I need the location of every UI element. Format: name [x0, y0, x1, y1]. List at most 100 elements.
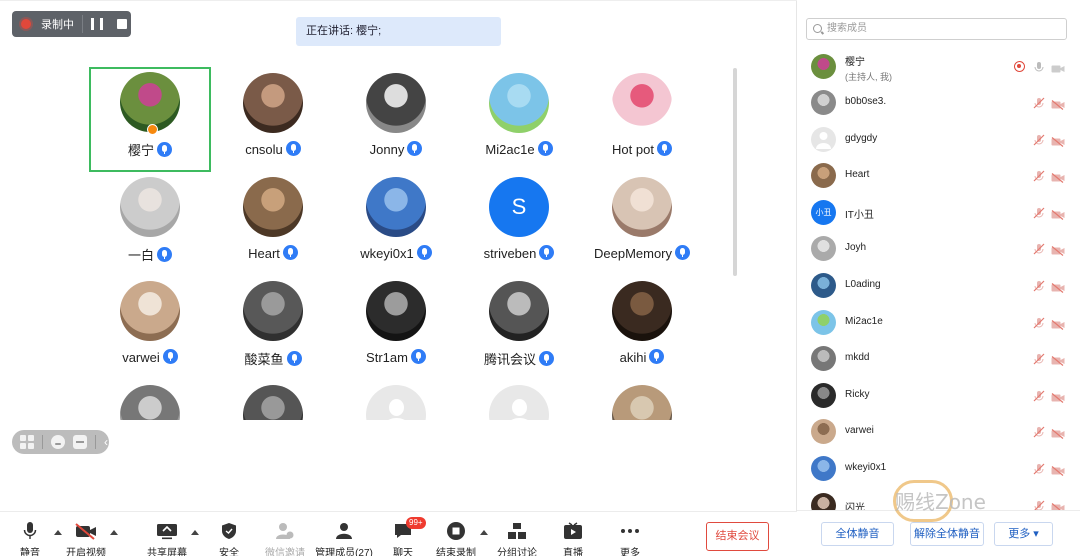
camera-off-icon[interactable]	[1051, 317, 1065, 330]
mic-muted-icon[interactable]	[1033, 352, 1045, 365]
participant-tile[interactable]: akihi	[581, 276, 703, 376]
toolbar-invite-button[interactable]: 微信邀请	[255, 520, 315, 556]
member-panel: 搜索成员 樱宁 (主持人, 我) b0b0se3. gdygdy Heart 小丑 IT小丑…	[797, 0, 1080, 556]
mic-icon[interactable]	[1033, 60, 1045, 72]
participant-avatar	[489, 281, 549, 341]
mic-on-icon	[282, 245, 298, 260]
default-avatar-icon	[489, 385, 549, 420]
mic-on-icon	[157, 142, 172, 157]
mic-muted-icon[interactable]	[1033, 206, 1045, 219]
member-row[interactable]: Mi2ac1e	[797, 304, 1080, 340]
member-row[interactable]: 樱宁 (主持人, 我)	[797, 48, 1080, 84]
participant-tile[interactable]	[89, 380, 211, 420]
participant-name: Mi2ac1e	[485, 142, 535, 157]
participant-tile[interactable]: 腾讯会议	[458, 276, 580, 376]
toolbar-stop-record-button[interactable]: 结束录制	[426, 520, 486, 556]
member-row[interactable]: b0b0se3.	[797, 84, 1080, 120]
mic-muted-icon[interactable]	[1033, 169, 1045, 182]
camera-off-icon[interactable]	[1051, 207, 1065, 220]
camera-off-icon[interactable]	[1051, 170, 1065, 184]
bottom-toolbar: 静音 开启视频 共享屏幕 安全 微信邀请 管理成员(27) 99+ 聊天 结束录制 分组讨论 直播 更…	[0, 511, 797, 556]
member-search-input[interactable]: 搜索成员	[806, 18, 1067, 40]
member-row[interactable]: 小丑 IT小丑	[797, 194, 1080, 230]
member-row[interactable]: gdygdy	[797, 121, 1080, 157]
mic-muted-icon[interactable]	[1033, 279, 1045, 292]
camera-off-icon[interactable]	[1051, 426, 1065, 440]
camera-off-icon[interactable]	[1051, 390, 1065, 403]
participant-tile[interactable]: DeepMemory	[581, 172, 703, 272]
mic-muted-icon[interactable]	[1033, 96, 1045, 109]
mic-muted-icon[interactable]	[1033, 462, 1045, 475]
mic-muted-icon[interactable]	[1033, 316, 1045, 329]
toolbar-more-button[interactable]: 更多	[600, 520, 660, 556]
toolbar-screen-share-button[interactable]: 共享屏幕	[137, 520, 197, 556]
mic-muted-icon[interactable]	[1033, 499, 1045, 510]
collapse-chevron-icon[interactable]: ‹	[104, 435, 108, 449]
camera-off-icon[interactable]	[1051, 353, 1065, 367]
member-row[interactable]: mkdd	[797, 340, 1080, 376]
member-name: 闪光	[845, 502, 865, 510]
camera-off-icon[interactable]	[1051, 500, 1065, 510]
mute-all-button[interactable]: 全体静音	[821, 522, 894, 546]
camera-off-icon[interactable]	[1051, 134, 1065, 147]
member-avatar	[811, 54, 836, 79]
toolbar-shield-button[interactable]: 安全	[199, 520, 259, 556]
participant-tile[interactable]	[458, 380, 580, 420]
grid-scrollbar[interactable]	[733, 68, 737, 276]
panel-more-button[interactable]: 更多 ▾	[994, 522, 1053, 546]
mic-muted-icon[interactable]	[1033, 133, 1045, 146]
participant-tile[interactable]: Mi2ac1e	[458, 68, 580, 168]
member-row[interactable]: Heart	[797, 157, 1080, 193]
participant-tile[interactable]: Jonny	[335, 68, 457, 168]
camera-icon[interactable]	[1051, 61, 1065, 73]
participant-tile[interactable]	[335, 380, 457, 420]
grid-layout-icon[interactable]	[20, 435, 34, 449]
toolbar-live-button[interactable]: 直播	[543, 520, 603, 556]
layout-switcher[interactable]: ‹	[12, 430, 109, 454]
reaction-icon[interactable]	[51, 435, 65, 449]
screen-share-icon	[137, 520, 197, 542]
toolbar-members-button[interactable]: 管理成员(27)	[314, 520, 374, 556]
toolbar-video-off-button[interactable]: 开启视频	[56, 520, 116, 556]
toolbar-chat-button[interactable]: 99+ 聊天	[373, 517, 433, 556]
stop-recording-icon[interactable]	[117, 19, 127, 29]
mic-on-icon	[162, 349, 178, 364]
participant-tile[interactable]: 樱宁	[89, 67, 211, 172]
member-name: L0ading	[845, 279, 881, 290]
participant-tile[interactable]: 一白	[89, 172, 211, 272]
member-row[interactable]: Joyh	[797, 230, 1080, 266]
participant-tile[interactable]: Str1am	[335, 276, 457, 376]
toolbar-mic-button[interactable]: 静音	[0, 520, 60, 556]
mic-muted-icon[interactable]	[1033, 425, 1045, 438]
camera-off-icon[interactable]	[1051, 97, 1065, 110]
participant-tile[interactable]	[212, 380, 334, 420]
dropdown-arrow-icon[interactable]	[191, 530, 199, 535]
mic-muted-icon[interactable]	[1033, 242, 1045, 255]
recording-bar: 录制中	[12, 11, 131, 37]
unmute-all-button[interactable]: 解除全体静音	[910, 522, 984, 546]
participant-tile[interactable]: wkeyi0x1	[335, 172, 457, 272]
mic-muted-icon[interactable]	[1033, 389, 1045, 402]
camera-off-icon[interactable]	[1051, 463, 1065, 476]
participant-tile[interactable]: varwei	[89, 276, 211, 376]
participant-tile[interactable]: Hot pot	[581, 68, 703, 168]
participant-tile[interactable]: cnsolu	[212, 68, 334, 168]
member-row[interactable]: Ricky	[797, 377, 1080, 413]
toolbar-label: 静音	[20, 548, 40, 556]
pause-recording-icon[interactable]	[91, 18, 103, 30]
camera-off-icon[interactable]	[1051, 280, 1065, 293]
end-meeting-button[interactable]: 结束会议	[706, 522, 769, 551]
toolbar-breakout-button[interactable]: 分组讨论	[487, 520, 547, 556]
participant-tile[interactable]: 酸菜鱼	[212, 276, 334, 376]
toolbar-label: 结束录制	[436, 548, 476, 556]
participant-avatar	[612, 281, 672, 341]
participant-tile[interactable]: Sstriveben	[458, 172, 580, 272]
member-role: (主持人, 我)	[845, 72, 892, 82]
participant-tile[interactable]: Heart	[212, 172, 334, 272]
member-row[interactable]: varwei	[797, 413, 1080, 449]
chat-bubble-icon[interactable]	[73, 435, 87, 449]
participant-tile[interactable]	[581, 380, 703, 420]
member-row[interactable]: L0ading	[797, 267, 1080, 303]
camera-off-icon[interactable]	[1051, 243, 1065, 257]
dropdown-arrow-icon[interactable]	[110, 530, 118, 535]
